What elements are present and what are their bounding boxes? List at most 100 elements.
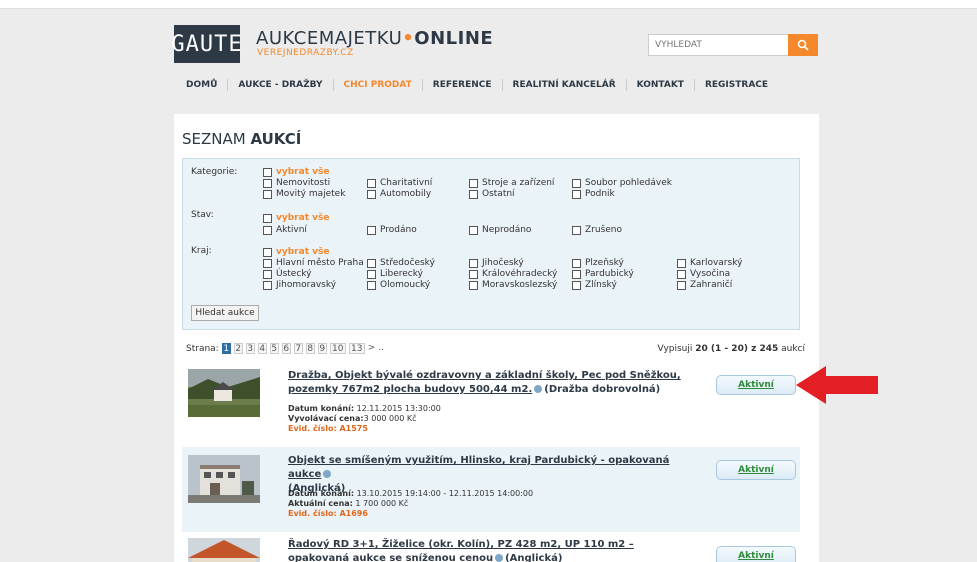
checkbox[interactable] (572, 225, 581, 235)
nav-aukce-drazby[interactable]: AUKCE - DRAŽBY (227, 79, 332, 91)
auction-title[interactable]: Řadový RD 3+1, Žiželice (okr. Kolín), PZ… (288, 538, 698, 562)
kategorie-option[interactable]: Automobily (367, 189, 431, 199)
nav-reference[interactable]: REFERENCE (421, 79, 502, 91)
checkbox[interactable] (469, 280, 478, 290)
checkbox[interactable] (677, 280, 686, 290)
auction-thumbnail[interactable] (188, 455, 260, 503)
page-link[interactable]: 7 (293, 343, 303, 354)
status-button[interactable]: Aktivní (716, 460, 796, 480)
checkbox[interactable] (263, 167, 272, 177)
kraj-option[interactable]: Liberecký (367, 269, 423, 279)
kategorie-select-all[interactable]: vybrat vše (263, 167, 329, 177)
auction-title[interactable]: Dražba, Objekt bývalé ozdravovny a zákla… (288, 369, 698, 397)
kategorie-option[interactable]: Stroje a zařízení (469, 178, 554, 188)
stav-option[interactable]: Zrušeno (572, 225, 622, 235)
info-icon[interactable] (495, 554, 504, 562)
kraj-option[interactable]: Plzeňský (572, 258, 624, 268)
kraj-option[interactable]: Hlavní město Praha (263, 258, 364, 268)
checkbox[interactable] (367, 178, 376, 188)
stav-select-all[interactable]: vybrat vše (263, 213, 329, 223)
kraj-option[interactable]: Jihomoravský (263, 280, 336, 290)
auction-thumbnail[interactable] (188, 538, 260, 562)
checkbox[interactable] (469, 189, 478, 199)
page-link[interactable]: 2 (233, 343, 243, 354)
page-link[interactable]: 13 (348, 343, 365, 354)
checkbox[interactable] (367, 189, 376, 199)
search-button[interactable] (788, 34, 818, 56)
brand-name[interactable]: AUKCEMAJETKU•ONLINE (256, 28, 493, 49)
kraj-option[interactable]: Ústecký (263, 269, 312, 279)
checkbox[interactable] (572, 178, 581, 188)
kraj-option[interactable]: Vysočina (677, 269, 730, 279)
checkbox[interactable] (469, 225, 478, 235)
checkbox[interactable] (572, 269, 581, 279)
nav-realitni-kancelar[interactable]: REALITNÍ KANCELÁŘ (501, 79, 626, 91)
kraj-option[interactable]: Olomoucký (367, 280, 430, 290)
stav-option[interactable]: Prodáno (367, 225, 417, 235)
option-label: Moravskoslezský (482, 280, 558, 290)
auction-title-link[interactable]: Objekt se smíšeným využitím, Hlinsko, kr… (288, 455, 669, 480)
checkbox[interactable] (263, 258, 272, 268)
kategorie-option[interactable]: Podnik (572, 189, 615, 199)
next-page-link[interactable]: > (368, 343, 376, 354)
checkbox[interactable] (572, 258, 581, 268)
nav-registrace[interactable]: REGISTRACE (693, 79, 778, 91)
kraj-option[interactable]: Karlovarský (677, 258, 742, 268)
checkbox[interactable] (367, 269, 376, 279)
checkbox[interactable] (677, 269, 686, 279)
status-button[interactable]: Aktivní (716, 375, 796, 395)
checkbox[interactable] (263, 178, 272, 188)
kraj-option[interactable]: Zlínský (572, 280, 617, 290)
nav-chci-prodat[interactable]: CHCI PRODAT (332, 79, 422, 91)
kraj-select-all[interactable]: vybrat vše (263, 247, 329, 257)
search-input[interactable] (649, 35, 787, 55)
nav-domu[interactable]: DOMŮ (174, 79, 227, 91)
info-icon[interactable] (534, 385, 543, 393)
nav-kontakt[interactable]: KONTAKT (625, 79, 694, 91)
status-button[interactable]: Aktivní (716, 546, 796, 562)
kategorie-option[interactable]: Soubor pohledávek (572, 178, 672, 188)
kategorie-option[interactable]: Nemovitosti (263, 178, 330, 188)
kraj-option[interactable]: Středočeský (367, 258, 435, 268)
checkbox[interactable] (263, 280, 272, 290)
search-auctions-button[interactable]: Hledat aukce (191, 305, 259, 321)
checkbox[interactable] (263, 213, 272, 223)
checkbox[interactable] (367, 258, 376, 268)
checkbox[interactable] (263, 225, 272, 235)
checkbox[interactable] (263, 269, 272, 279)
more-pages-link[interactable]: .. (378, 343, 384, 354)
kategorie-option[interactable]: Movitý majetek (263, 189, 345, 199)
checkbox[interactable] (677, 258, 686, 268)
kraj-option[interactable]: Jihočeský (469, 258, 524, 268)
info-icon[interactable] (323, 470, 332, 478)
checkbox[interactable] (469, 178, 478, 188)
stav-option[interactable]: Neprodáno (469, 225, 531, 235)
logo[interactable]: GAUTE (171, 25, 242, 63)
checkbox[interactable] (263, 247, 272, 257)
checkbox[interactable] (469, 269, 478, 279)
page-link[interactable]: 6 (281, 343, 291, 354)
auction-title-link[interactable]: Řadový RD 3+1, Žiželice (okr. Kolín), PZ… (288, 539, 634, 562)
kraj-option[interactable]: Zahraničí (677, 280, 732, 290)
kraj-option[interactable]: Moravskoslezský (469, 280, 557, 290)
page-link[interactable]: 3 (245, 343, 255, 354)
checkbox[interactable] (367, 225, 376, 235)
checkbox[interactable] (572, 189, 581, 199)
checkbox[interactable] (367, 280, 376, 290)
checkbox[interactable] (263, 189, 272, 199)
auction-thumbnail[interactable] (188, 369, 260, 417)
checkbox[interactable] (572, 280, 581, 290)
stav-option[interactable]: Aktivní (263, 225, 307, 235)
checkbox[interactable] (469, 258, 478, 268)
kategorie-option[interactable]: Ostatní (469, 189, 515, 199)
summary-range: 20 (1 - 20) z 245 (695, 344, 779, 354)
page-link[interactable]: 8 (305, 343, 315, 354)
page-link[interactable]: 9 (317, 343, 327, 354)
kategorie-option[interactable]: Charitativní (367, 178, 432, 188)
kraj-option[interactable]: Pardubický (572, 269, 634, 279)
kraj-option[interactable]: Královéhradecký (469, 269, 557, 279)
page-link[interactable]: 5 (269, 343, 279, 354)
page-link[interactable]: 4 (257, 343, 267, 354)
page-link-current[interactable]: 1 (221, 343, 231, 354)
page-link[interactable]: 10 (329, 343, 346, 354)
